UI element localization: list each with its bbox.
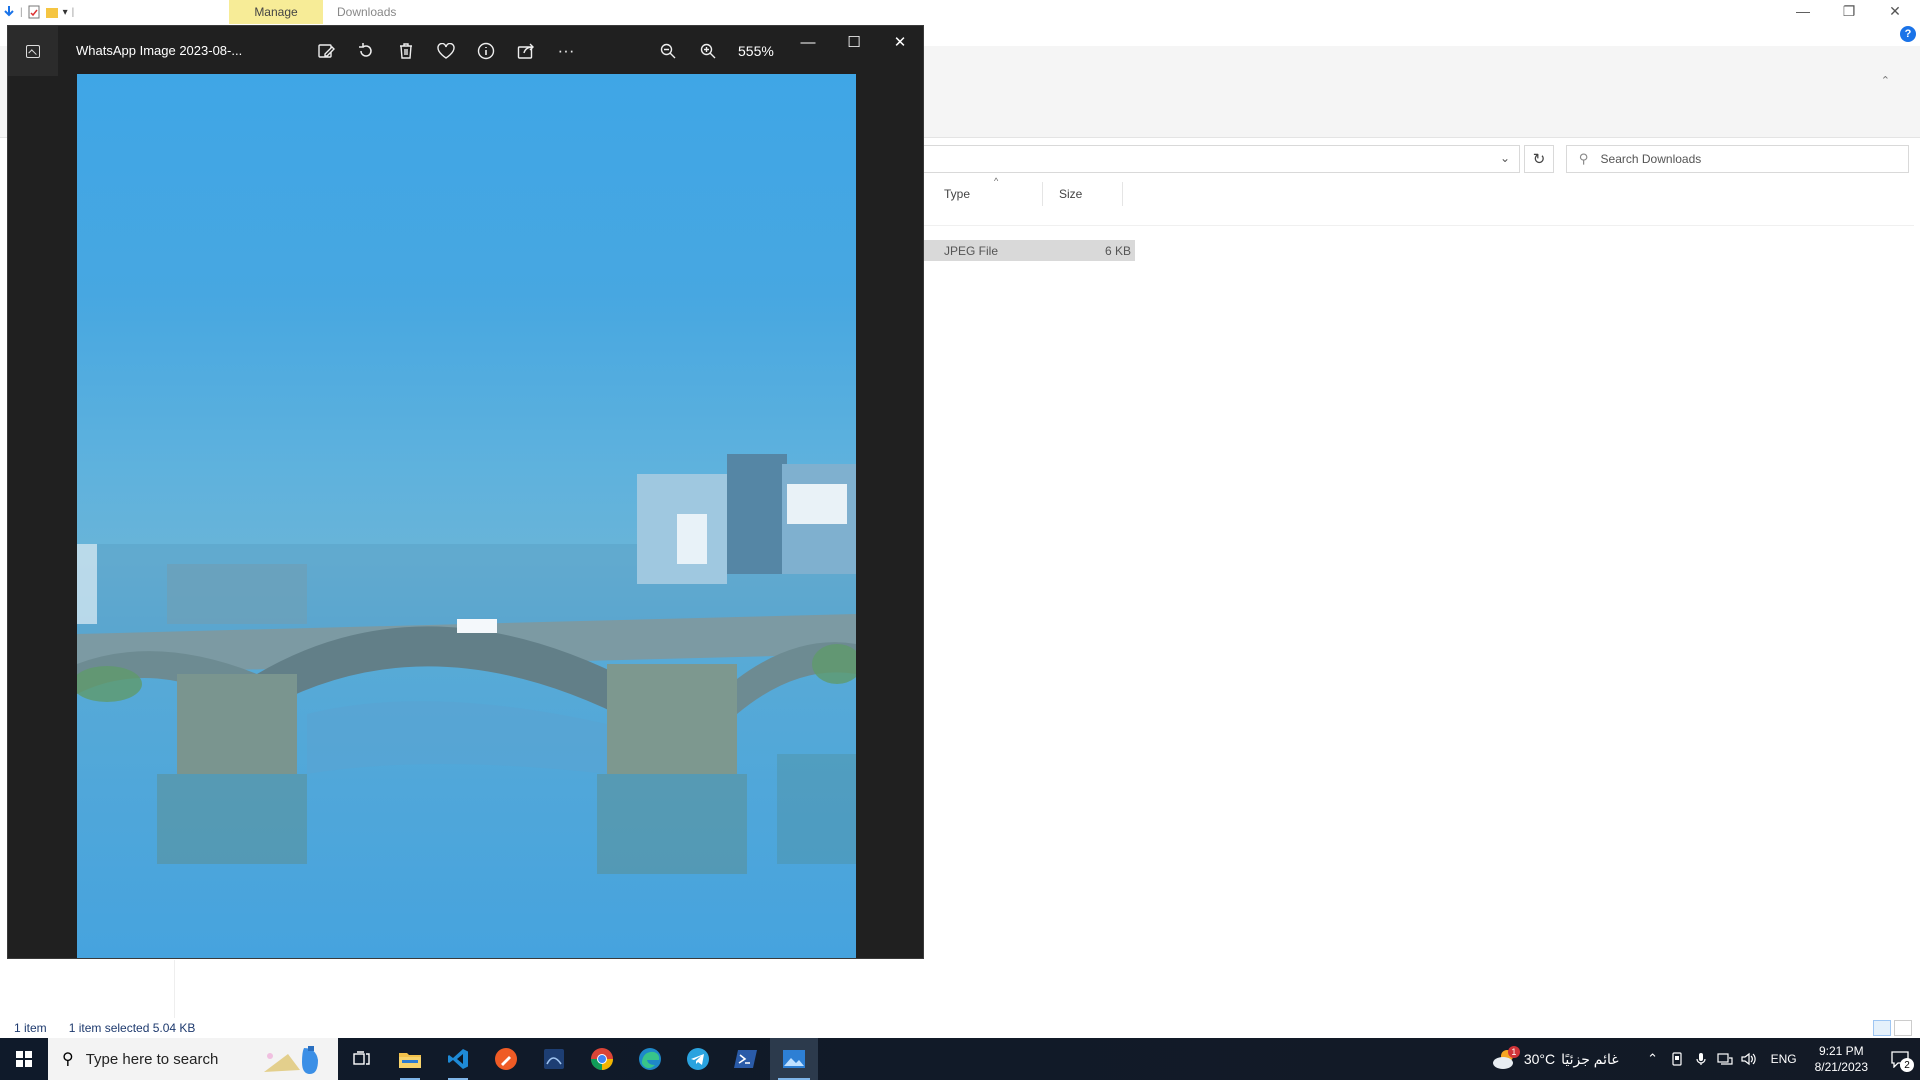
more-options-icon[interactable]: ··· xyxy=(546,34,586,68)
taskbar: ⚲ Type here to search 1 30°C غائم جزئيًا… xyxy=(0,1038,1920,1080)
share-icon[interactable] xyxy=(506,34,546,68)
info-icon[interactable] xyxy=(466,34,506,68)
vscode-icon[interactable] xyxy=(434,1038,482,1080)
telegram-icon[interactable] xyxy=(674,1038,722,1080)
photos-window-controls: — ☐ ✕ xyxy=(785,26,923,58)
file-type: JPEG File xyxy=(944,243,999,258)
clock-date: 8/21/2023 xyxy=(1814,1060,1868,1074)
postman-icon[interactable] xyxy=(482,1038,530,1080)
tab-manage[interactable]: Manage xyxy=(229,0,323,24)
column-header-size[interactable]: Size xyxy=(1043,182,1123,206)
address-bar[interactable] xyxy=(920,145,1520,173)
search-icon: ⚲ xyxy=(1579,151,1589,166)
status-bar: 1 item 1 item selected 5.04 KB xyxy=(0,1018,1920,1038)
weather-temperature: 30°C xyxy=(1523,1051,1556,1067)
weather-condition: غائم جزئيًا xyxy=(1561,1050,1619,1067)
clock-time: 9:21 PM xyxy=(1818,1044,1864,1058)
download-arrow-icon[interactable] xyxy=(2,5,16,19)
system-tray: 1 30°C غائم جزئيًا ⌃ ENG 9:21 PM 8/21/20… xyxy=(1492,1038,1920,1080)
rotate-icon[interactable] xyxy=(346,34,386,68)
collapse-ribbon-icon[interactable]: ⌃ xyxy=(1881,74,1890,87)
status-selection: 1 item selected 5.04 KB xyxy=(68,1021,196,1035)
delete-icon[interactable] xyxy=(386,34,426,68)
file-size: 6 KB xyxy=(1104,243,1131,258)
search-icon: ⚲ xyxy=(62,1051,74,1068)
new-folder-icon[interactable] xyxy=(45,5,59,19)
explorer-minimize-button[interactable]: — xyxy=(1780,0,1826,22)
file-row[interactable]: JPEG File 6 KB xyxy=(924,240,1135,261)
search-highlight-art-icon[interactable] xyxy=(258,1044,328,1076)
details-view-icon[interactable] xyxy=(1873,1020,1891,1036)
device-icon[interactable] xyxy=(1665,1038,1689,1080)
photo-filename: WhatsApp Image 2023-08-... xyxy=(76,43,243,58)
status-item-count: 1 item xyxy=(14,1021,47,1035)
refresh-button[interactable]: ↻ xyxy=(1524,145,1554,173)
photo-canvas[interactable] xyxy=(77,74,856,958)
start-button[interactable] xyxy=(0,1038,48,1080)
bridge-photo xyxy=(77,454,856,958)
quick-access-toolbar: | ▾ | xyxy=(0,0,230,24)
volume-icon[interactable] xyxy=(1737,1038,1761,1080)
view-switcher xyxy=(1873,1020,1912,1036)
qat-separator: | xyxy=(71,6,75,18)
properties-icon[interactable] xyxy=(27,5,41,19)
powershell-icon[interactable] xyxy=(722,1038,770,1080)
photos-app-icon[interactable] xyxy=(8,26,58,76)
qat-customize-icon[interactable]: ▾ xyxy=(63,7,68,18)
large-icons-view-icon[interactable] xyxy=(1894,1020,1912,1036)
zoom-level[interactable]: 555% xyxy=(738,43,774,59)
input-language[interactable]: ENG xyxy=(1771,1052,1797,1066)
window-title: Downloads xyxy=(337,5,397,19)
qat-separator: | xyxy=(20,6,23,18)
clock[interactable]: 9:21 PM 8/21/2023 xyxy=(1815,1043,1868,1075)
photos-window: WhatsApp Image 2023-08-... ··· 555% — ☐ … xyxy=(7,25,924,959)
explorer-restore-button[interactable]: ❐ xyxy=(1826,0,1872,22)
column-headers: Type Size xyxy=(924,182,1123,206)
photos-toolbar: ··· xyxy=(306,34,586,68)
photos-maximize-button[interactable]: ☐ xyxy=(831,26,877,58)
search-placeholder: Search Downloads xyxy=(1600,152,1702,166)
divider xyxy=(924,225,1914,226)
address-history-chevron-icon[interactable]: ⌄ xyxy=(1500,151,1510,165)
task-view-icon[interactable] xyxy=(338,1038,386,1080)
weather-widget[interactable]: 1 30°C غائم جزئيًا xyxy=(1492,1046,1619,1070)
search-input[interactable]: ⚲ Search Downloads xyxy=(1566,145,1909,173)
windows-logo-icon xyxy=(16,1051,32,1067)
zoom-out-icon[interactable] xyxy=(648,34,688,68)
taskbar-search-placeholder: Type here to search xyxy=(85,1050,219,1068)
file-explorer-taskbar-icon[interactable] xyxy=(386,1038,434,1080)
zoom-in-icon[interactable] xyxy=(688,34,728,68)
partly-cloudy-icon: 1 xyxy=(1492,1046,1520,1070)
edge-icon[interactable] xyxy=(626,1038,674,1080)
show-hidden-icons-chevron-icon[interactable]: ⌃ xyxy=(1641,1038,1665,1080)
action-center-button[interactable]: 2 xyxy=(1880,1038,1920,1080)
zoom-controls: 555% xyxy=(648,34,774,68)
photos-taskbar-icon[interactable] xyxy=(770,1038,818,1080)
microphone-icon[interactable] xyxy=(1689,1038,1713,1080)
weather-alert-badge: 1 xyxy=(1507,1046,1520,1058)
favorite-heart-icon[interactable] xyxy=(426,34,466,68)
taskbar-search-input[interactable]: ⚲ Type here to search xyxy=(48,1038,338,1080)
edit-image-icon[interactable] xyxy=(306,34,346,68)
column-header-type[interactable]: Type xyxy=(924,182,1043,206)
navigation-pane-divider xyxy=(174,960,175,1018)
photos-minimize-button[interactable]: — xyxy=(785,26,831,58)
network-icon[interactable] xyxy=(1713,1038,1737,1080)
explorer-close-button[interactable]: ✕ xyxy=(1872,0,1918,22)
help-icon[interactable]: ? xyxy=(1900,26,1916,42)
photos-close-button[interactable]: ✕ xyxy=(877,26,923,58)
wireshark-icon[interactable] xyxy=(530,1038,578,1080)
chrome-icon[interactable] xyxy=(578,1038,626,1080)
notification-count-badge: 2 xyxy=(1900,1058,1914,1072)
